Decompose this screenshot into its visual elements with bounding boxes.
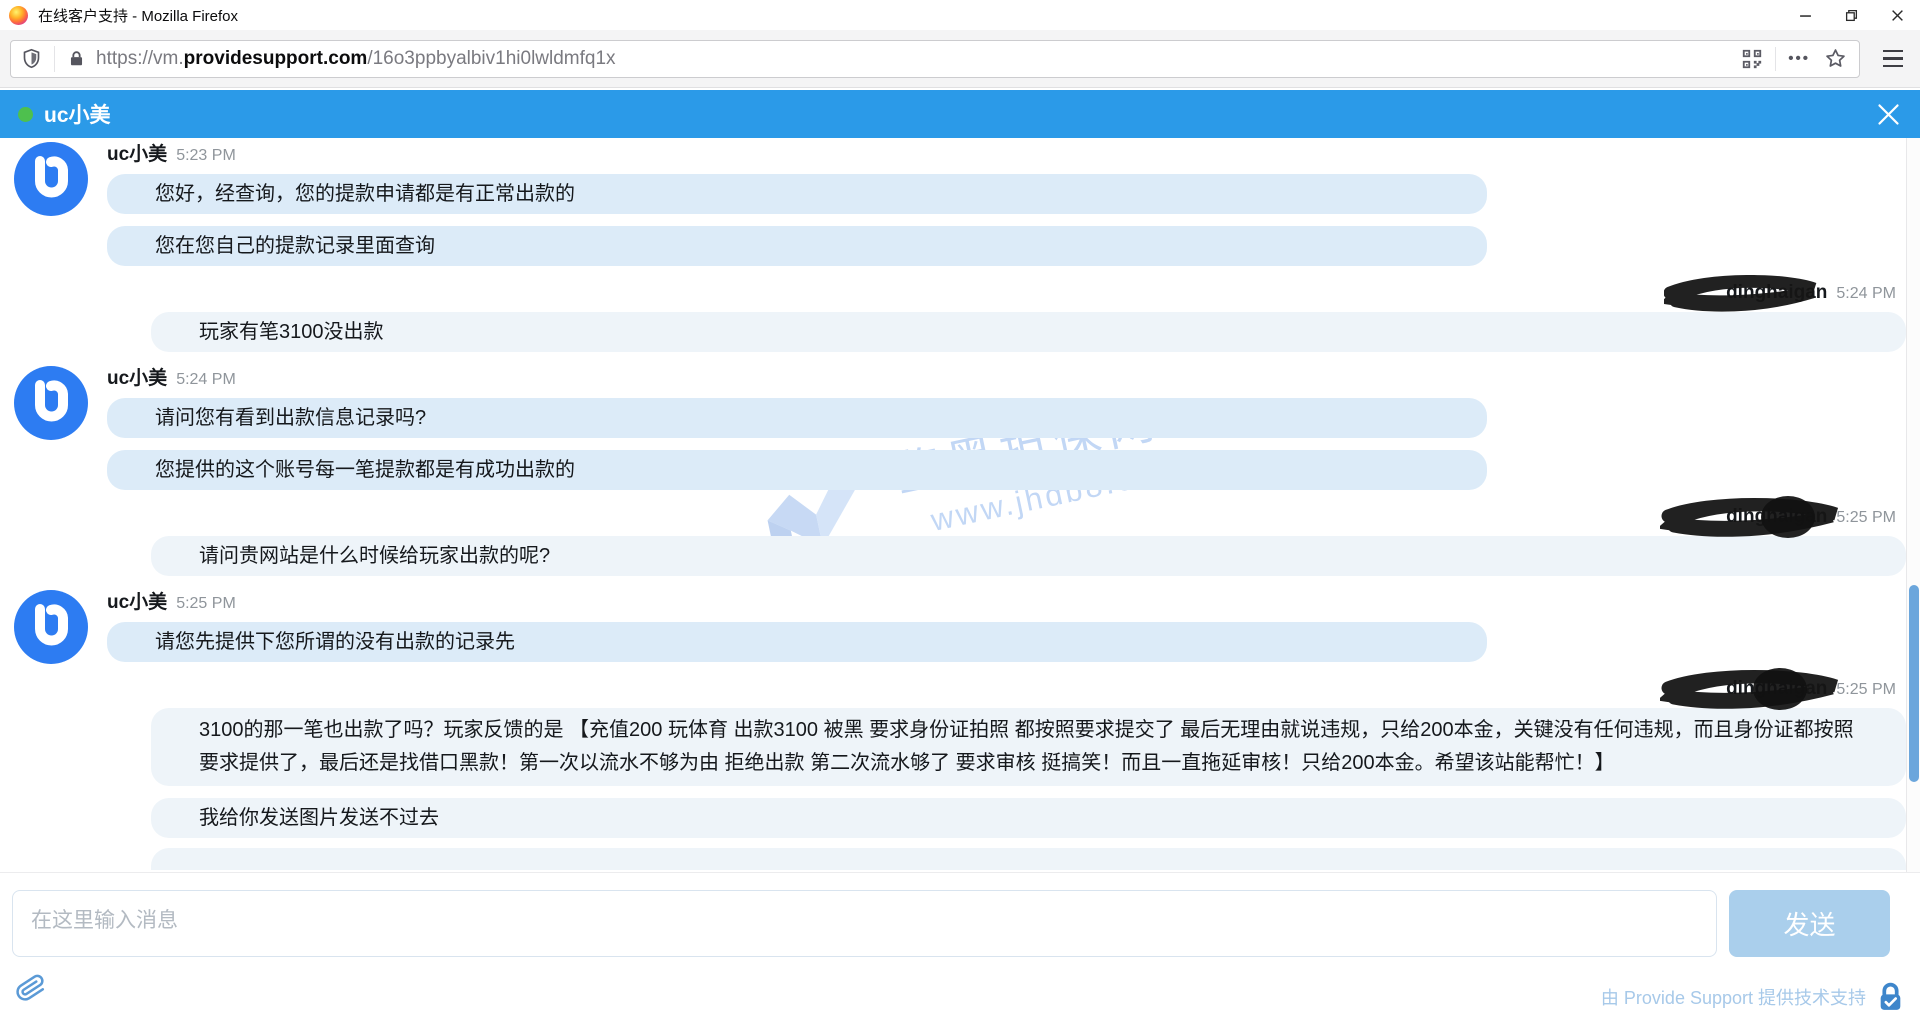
sender-name: uc小美: [107, 144, 167, 165]
message-time: 5:25 PM: [1836, 509, 1896, 526]
chat-message-bubble: 请问您有看到出款信息记录吗?: [107, 398, 1487, 438]
chat-message-bubble: 请问贵网站是什么时候给玩家出款的呢?: [151, 536, 1906, 576]
send-button[interactable]: 发送: [1729, 890, 1890, 957]
message-group-visitor: dinghaigan 5:24 PM 玩家有笔3100没出款: [0, 280, 1906, 352]
online-status-dot: [18, 107, 33, 122]
attach-file-button[interactable]: [16, 971, 48, 1005]
paperclip-icon: [13, 970, 49, 1006]
hamburger-menu-icon[interactable]: [1876, 42, 1910, 76]
chat-scrollbar-thumb[interactable]: [1909, 585, 1919, 782]
chat-title: uc小美: [44, 99, 111, 129]
sender-name: uc小美: [107, 368, 167, 389]
window-title: 在线客户支持 - Mozilla Firefox: [38, 5, 238, 26]
agent-avatar: [14, 366, 88, 440]
chat-message-bubble: 我给你发送图片发送不过去: [151, 798, 1906, 838]
message-time: 5:25 PM: [176, 595, 236, 612]
chat-message-bubble: 您提供的这个账号每一笔提款都是有成功出款的: [107, 450, 1487, 490]
message-time: 5:25 PM: [1836, 681, 1896, 698]
https-lock-icon[interactable]: [55, 48, 96, 69]
powered-by-text: 由 Provide Support 提供技术支持: [1601, 984, 1866, 1010]
url-text[interactable]: https://vm.providesupport.com/16o3ppbyal…: [96, 48, 616, 70]
uc-logo-icon: [14, 366, 88, 440]
message-time: 5:23 PM: [176, 147, 236, 164]
message-group-visitor: dinghaigan 5:25 PM 3100的那一笔也出款了吗？玩家反馈的是 …: [0, 676, 1906, 870]
uc-logo-icon: [14, 590, 88, 664]
message-group-visitor: dinghaigan 5:25 PM 请问贵网站是什么时候给玩家出款的呢?: [0, 504, 1906, 576]
restore-button[interactable]: [1828, 0, 1874, 30]
page-actions-icon[interactable]: •••: [1776, 50, 1822, 67]
message-input[interactable]: [12, 890, 1717, 957]
url-domain: providesupport.com: [184, 48, 368, 69]
chat-message-bubble: 玩家有笔3100没出款: [151, 312, 1906, 352]
agent-avatar: [14, 142, 88, 216]
sender-name: uc小美: [107, 592, 167, 613]
qr-code-icon[interactable]: [1729, 48, 1775, 70]
redacted-visitor-name: dinghaigan: [1726, 676, 1827, 702]
chat-widget: uc小美 鉴黑担保网 www.jhdb8.com: [0, 90, 1920, 1012]
window-titlebar: 在线客户支持 - Mozilla Firefox: [0, 0, 1920, 30]
firefox-icon: [9, 6, 28, 25]
message-time: 5:24 PM: [1836, 285, 1896, 302]
uc-logo-icon: [14, 142, 88, 216]
chat-message-bubble-partial: [151, 848, 1906, 870]
message-group-agent: uc小美 5:24 PM 请问您有看到出款信息记录吗? 您提供的这个账号每一笔提款…: [0, 366, 1906, 490]
close-chat-icon[interactable]: [1875, 101, 1902, 128]
url-bar[interactable]: https://vm.providesupport.com/16o3ppbyal…: [10, 40, 1860, 78]
minimize-button[interactable]: [1782, 0, 1828, 30]
powered-by[interactable]: 由 Provide Support 提供技术支持: [1601, 981, 1905, 1012]
url-path: /16o3ppbyalbiv1hi0lwldmfq1x: [367, 48, 615, 69]
message-time: 5:24 PM: [176, 371, 236, 388]
chat-message-bubble: 您在您自己的提款记录里面查询: [107, 226, 1487, 266]
message-group-agent: uc小美 5:25 PM 请您先提供下您所谓的没有出款的记录先: [0, 590, 1906, 662]
chat-message-bubble: 3100的那一笔也出款了吗？玩家反馈的是 【充值200 玩体育 出款3100 被…: [151, 708, 1906, 786]
close-window-button[interactable]: [1874, 0, 1920, 30]
redacted-visitor-name: dinghaigan: [1726, 280, 1827, 306]
chat-header: uc小美: [0, 90, 1920, 138]
chat-composer: 发送 由 Provide Support 提供技术支持: [0, 872, 1920, 1012]
chat-message-area: 鉴黑担保网 www.jhdb8.com uc小美5:23 PM 您好，经查询，您…: [0, 138, 1906, 872]
secure-lock-badge-icon: [1876, 981, 1905, 1012]
chat-message-bubble: 请您先提供下您所谓的没有出款的记录先: [107, 622, 1487, 662]
message-group-agent: uc小美 5:23 PM 您好，经查询，您的提款申请都是有正常出款的 您在您自己的…: [0, 142, 1906, 266]
chat-message-bubble: 您好，经查询，您的提款申请都是有正常出款的: [107, 174, 1487, 214]
url-scheme: https://vm.: [96, 48, 184, 69]
bookmark-star-icon[interactable]: [1822, 47, 1859, 70]
redacted-visitor-name: dinghaigan: [1726, 504, 1827, 530]
browser-toolbar: https://vm.providesupport.com/16o3ppbyal…: [0, 30, 1920, 88]
tracking-protection-shield-icon[interactable]: [11, 46, 55, 72]
agent-avatar: [14, 590, 88, 664]
